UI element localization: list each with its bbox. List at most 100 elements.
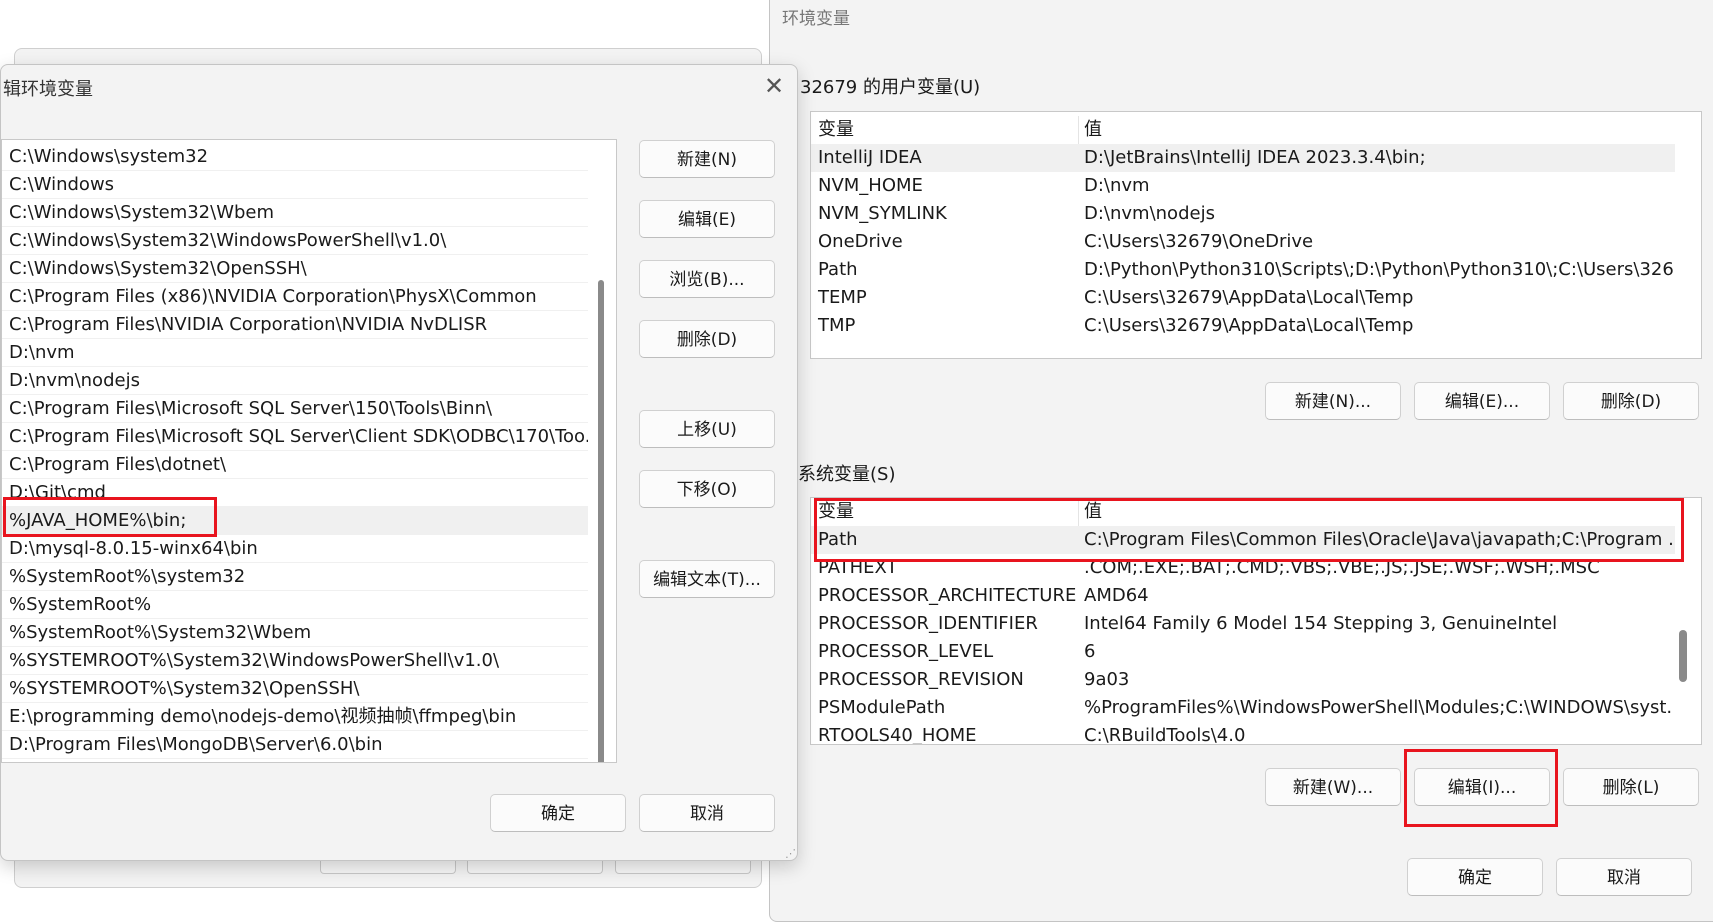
- path-entry[interactable]: C:\Program Files\Microsoft SQL Server\Cl…: [2, 423, 588, 451]
- column-divider[interactable]: [1078, 498, 1079, 526]
- variable-value: D:\nvm: [1084, 175, 1150, 196]
- variable-value: Intel64 Family 6 Model 154 Stepping 3, G…: [1084, 613, 1558, 634]
- variable-name: RTOOLS40_HOME: [818, 725, 977, 745]
- edit-cancel-button[interactable]: 取消: [639, 794, 775, 832]
- header-value[interactable]: 值: [1084, 116, 1674, 144]
- path-entry[interactable]: %SystemRoot%\system32: [2, 563, 588, 591]
- path-entry[interactable]: C:\Windows\system32: [2, 143, 588, 171]
- table-row[interactable]: PSModulePath %ProgramFiles%\WindowsPowerS…: [811, 694, 1675, 722]
- variable-name: IntelliJ IDEA: [818, 147, 922, 168]
- variable-value: D:\Python\Python310\Scripts\;D:\Python\P…: [1084, 259, 1674, 280]
- header-variable[interactable]: 变量: [818, 498, 854, 526]
- path-entry[interactable]: D:\nvm: [2, 339, 588, 367]
- variable-name: OneDrive: [818, 231, 903, 252]
- path-entry[interactable]: D:\Program Files\MongoDB\Server\6.0\bin: [2, 731, 588, 759]
- path-entry[interactable]: %SYSTEMROOT%\System32\WindowsPowerShell\…: [2, 647, 588, 675]
- path-edit-button[interactable]: 编辑(E): [639, 200, 775, 238]
- table-row[interactable]: NVM_HOME D:\nvm: [811, 172, 1675, 200]
- system-table-header: 变量 值: [811, 498, 1675, 527]
- variable-value: 9a03: [1084, 669, 1130, 690]
- table-row[interactable]: PROCESSOR_LEVEL 6: [811, 638, 1675, 666]
- path-entry[interactable]: C:\Windows\System32\Wbem: [2, 199, 588, 227]
- variable-value: D:\JetBrains\IntelliJ IDEA 2023.3.4\bin;: [1084, 147, 1426, 168]
- resize-grip-icon[interactable]: ⋰: [785, 847, 796, 860]
- header-variable[interactable]: 变量: [818, 116, 854, 144]
- table-row[interactable]: IntelliJ IDEA D:\JetBrains\IntelliJ IDEA …: [811, 144, 1675, 172]
- path-entry[interactable]: C:\Program Files\dotnet\: [2, 451, 588, 479]
- table-row[interactable]: TEMP C:\Users\32679\AppData\Local\Temp: [811, 284, 1675, 312]
- user-delete-button[interactable]: 删除(D): [1563, 382, 1699, 420]
- close-icon[interactable]: ✕: [759, 71, 789, 101]
- variable-value: %ProgramFiles%\WindowsPowerShell\Modules…: [1084, 697, 1674, 718]
- edit-ok-button[interactable]: 确定: [490, 794, 626, 832]
- path-entry[interactable]: D:\Git\cmd: [2, 479, 588, 507]
- variable-name: NVM_SYMLINK: [818, 203, 947, 224]
- column-divider[interactable]: [1078, 116, 1079, 144]
- variable-value: 6: [1084, 641, 1096, 662]
- path-browse-button[interactable]: 浏览(B)...: [639, 260, 775, 298]
- variable-value: C:\Users\32679\OneDrive: [1084, 231, 1314, 252]
- path-entry[interactable]: %SystemRoot%\System32\Wbem: [2, 619, 588, 647]
- table-row[interactable]: PROCESSOR_REVISION 9a03: [811, 666, 1675, 694]
- path-edit-text-button[interactable]: 编辑文本(T)...: [639, 560, 775, 598]
- variable-name: PROCESSOR_ARCHITECTURE: [818, 585, 1077, 606]
- variable-name: PROCESSOR_REVISION: [818, 669, 1024, 690]
- table-row[interactable]: PROCESSOR_IDENTIFIER Intel64 Family 6 Mod…: [811, 610, 1675, 638]
- env-cancel-button[interactable]: 取消: [1556, 858, 1692, 896]
- variable-name: TMP: [818, 315, 856, 336]
- variable-name: Path: [818, 259, 858, 280]
- table-row[interactable]: NVM_SYMLINK D:\nvm\nodejs: [811, 200, 1675, 228]
- variable-name: PSModulePath: [818, 697, 946, 718]
- path-entry[interactable]: %JAVA_HOME%\bin;: [2, 507, 588, 535]
- variable-name: TEMP: [818, 287, 867, 308]
- system-table-scrollbar[interactable]: [1679, 630, 1687, 682]
- path-move-down-button[interactable]: 下移(O): [639, 470, 775, 508]
- environment-variables-dialog: 环境变量 32679 的用户变量(U) 变量 值 IntelliJ IDEA D:…: [769, 0, 1713, 922]
- path-entry[interactable]: %SystemRoot%: [2, 591, 588, 619]
- variable-name: NVM_HOME: [818, 175, 923, 196]
- variable-name: PROCESSOR_IDENTIFIER: [818, 613, 1038, 634]
- path-entry[interactable]: D:\mysql-8.0.15-winx64\bin: [2, 535, 588, 563]
- env-ok-button[interactable]: 确定: [1407, 858, 1543, 896]
- system-variables-table[interactable]: 变量 值 Path C:\Program Files\Common Files\O…: [810, 497, 1702, 745]
- path-entry[interactable]: C:\Program Files\NVIDIA Corporation\NVID…: [2, 311, 588, 339]
- table-row[interactable]: Path D:\Python\Python310\Scripts\;D:\Pyth…: [811, 256, 1675, 284]
- env-dialog-title: 环境变量: [782, 9, 850, 29]
- table-row[interactable]: OneDrive C:\Users\32679\OneDrive: [811, 228, 1675, 256]
- user-edit-button[interactable]: 编辑(E)...: [1414, 382, 1550, 420]
- path-entry[interactable]: D:\nvm\nodejs: [2, 367, 588, 395]
- path-entry[interactable]: C:\Program Files (x86)\NVIDIA Corporatio…: [2, 283, 588, 311]
- variable-value: C:\Users\32679\AppData\Local\Temp: [1084, 287, 1414, 308]
- variable-value: .COM;.EXE;.BAT;.CMD;.VBS;.VBE;.JS;.JSE;.…: [1084, 557, 1600, 578]
- path-move-up-button[interactable]: 上移(U): [639, 410, 775, 448]
- path-entry[interactable]: C:\Windows\System32\OpenSSH\: [2, 255, 588, 283]
- path-entry[interactable]: C:\Windows: [2, 171, 588, 199]
- system-new-button[interactable]: 新建(W)...: [1265, 768, 1401, 806]
- system-edit-button[interactable]: 编辑(I)...: [1414, 768, 1550, 806]
- variable-name: PROCESSOR_LEVEL: [818, 641, 994, 662]
- system-delete-button[interactable]: 删除(L): [1563, 768, 1699, 806]
- table-row[interactable]: Path C:\Program Files\Common Files\Oracle…: [811, 526, 1675, 554]
- variable-value: D:\nvm\nodejs: [1084, 203, 1215, 224]
- path-entry[interactable]: E:\programming demo\nodejs-demo\视频抽帧\ffm…: [2, 703, 588, 731]
- edit-dialog-title: 辑环境变量: [3, 79, 93, 100]
- header-value[interactable]: 值: [1084, 498, 1674, 526]
- user-variables-section-title: 32679 的用户变量(U): [800, 77, 981, 98]
- variable-value: C:\RBuildTools\4.0: [1084, 725, 1246, 745]
- user-variables-table[interactable]: 变量 值 IntelliJ IDEA D:\JetBrains\IntelliJ …: [810, 111, 1702, 359]
- system-variables-section-title: 系统变量(S): [798, 464, 896, 485]
- table-row[interactable]: RTOOLS40_HOME C:\RBuildTools\4.0: [811, 722, 1675, 745]
- path-entry[interactable]: C:\Windows\System32\WindowsPowerShell\v1…: [2, 227, 588, 255]
- table-row[interactable]: TMP C:\Users\32679\AppData\Local\Temp: [811, 312, 1675, 340]
- table-row[interactable]: PATHEXT .COM;.EXE;.BAT;.CMD;.VBS;.VBE;.JS…: [811, 554, 1675, 582]
- variable-value: AMD64: [1084, 585, 1149, 606]
- path-entry[interactable]: %SYSTEMROOT%\System32\OpenSSH\: [2, 675, 588, 703]
- table-row[interactable]: PROCESSOR_ARCHITECTURE AMD64: [811, 582, 1675, 610]
- path-delete-button[interactable]: 删除(D): [639, 320, 775, 358]
- user-new-button[interactable]: 新建(N)...: [1265, 382, 1401, 420]
- path-entry[interactable]: C:\Program Files\Microsoft SQL Server\15…: [2, 395, 588, 423]
- path-new-button[interactable]: 新建(N): [639, 140, 775, 178]
- path-entries-list[interactable]: C:\Windows\system32 C:\Windows C:\Windows\…: [1, 139, 617, 763]
- variable-value: C:\Program Files\Common Files\Oracle\Jav…: [1084, 529, 1674, 550]
- path-list-scrollbar[interactable]: [598, 280, 604, 762]
